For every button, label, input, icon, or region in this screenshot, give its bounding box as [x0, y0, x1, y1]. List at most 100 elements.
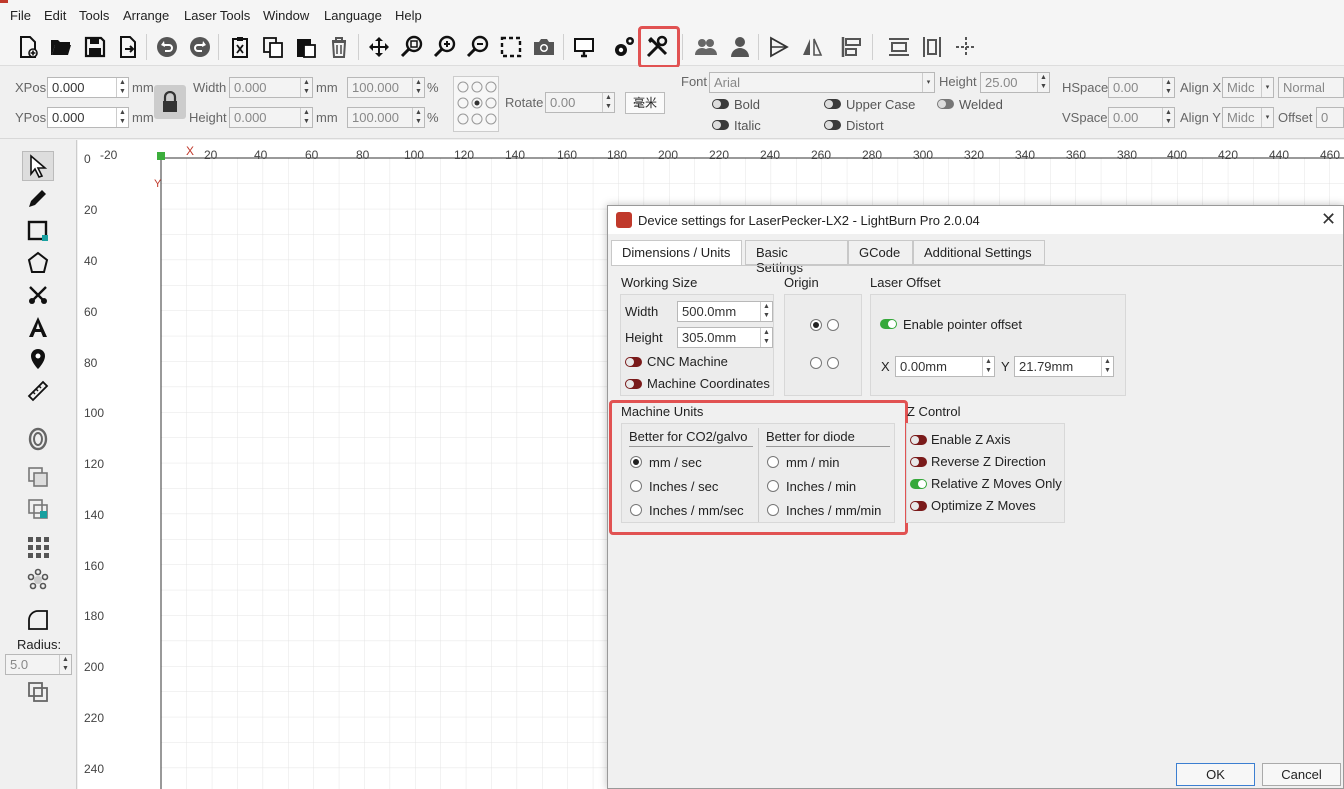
offset-y-input[interactable]: 21.79mm ▲ ▼ [1014, 356, 1114, 377]
vspace-input[interactable]: 0.00 ▲ ▼ [1108, 107, 1175, 128]
distribute-h-icon[interactable] [884, 32, 914, 62]
settings-gears-icon[interactable] [609, 32, 639, 62]
tab-basic-settings[interactable]: Basic Settings [745, 240, 848, 275]
align-x-label: Align X [1180, 80, 1222, 95]
corner-radius-icon[interactable] [22, 605, 54, 635]
group-icon[interactable] [691, 32, 721, 62]
distort-toggle[interactable] [824, 120, 841, 130]
new-file-icon[interactable] [13, 32, 43, 62]
zoom-in-icon[interactable] [430, 32, 460, 62]
ws-height-input[interactable]: 305.0mm ▲ ▼ [677, 327, 773, 348]
flip-h-icon[interactable] [764, 32, 794, 62]
width-pct-input[interactable]: 100.000 ▲ ▼ [347, 77, 425, 98]
text-mode-select[interactable]: Normal [1278, 77, 1344, 98]
radius-input[interactable]: 5.0 ▲ ▼ [5, 654, 72, 675]
menu-laser-tools[interactable]: Laser Tools [184, 8, 250, 23]
text-tool-icon[interactable] [22, 312, 54, 342]
export-icon[interactable] [113, 32, 143, 62]
monitor-icon[interactable] [569, 32, 599, 62]
menu-window[interactable]: Window [263, 8, 309, 23]
welded-toggle[interactable] [937, 99, 954, 109]
lock-ratio-icon[interactable] [154, 85, 186, 119]
cnc-machine-toggle[interactable] [625, 357, 642, 367]
boolean-union-icon[interactable] [22, 462, 54, 492]
camera-icon[interactable] [529, 32, 559, 62]
ruler-y-label: 100 [84, 406, 105, 420]
redo-icon[interactable] [185, 32, 215, 62]
undo-icon[interactable] [152, 32, 182, 62]
mirror-icon[interactable] [797, 32, 827, 62]
center-crosshair-icon[interactable] [951, 32, 981, 62]
menu-language[interactable]: Language [324, 8, 382, 23]
enable-z-axis-toggle[interactable] [910, 435, 927, 445]
ypos-input[interactable]: 0.000 ▲ ▼ [47, 107, 129, 128]
height-input[interactable]: 0.000 ▲ ▼ [229, 107, 313, 128]
menu-tools[interactable]: Tools [79, 8, 109, 23]
polygon-icon[interactable] [22, 248, 54, 278]
rectangle-icon[interactable] [22, 216, 54, 246]
move-icon[interactable] [364, 32, 394, 62]
origin-top-right-radio[interactable] [827, 319, 839, 331]
ws-width-input[interactable]: 500.0mm ▲ ▼ [677, 301, 773, 322]
paste-icon[interactable] [291, 32, 321, 62]
origin-top-left-radio[interactable] [810, 319, 822, 331]
tab-gcode[interactable]: GCode [848, 240, 913, 265]
edit-nodes-icon[interactable] [22, 280, 54, 310]
ok-button[interactable]: OK [1176, 763, 1255, 786]
app-logo-fragment [0, 0, 8, 3]
ungroup-icon[interactable] [725, 32, 755, 62]
xpos-input[interactable]: 0.000 ▲ ▼ [47, 77, 129, 98]
tab-additional-settings[interactable]: Additional Settings [913, 240, 1045, 265]
select-frame-icon[interactable] [496, 32, 526, 62]
enable-pointer-offset-toggle[interactable] [880, 319, 897, 329]
zoom-fit-icon[interactable] [397, 32, 427, 62]
align-left-icon[interactable] [837, 32, 867, 62]
select-arrow-icon[interactable] [22, 151, 54, 181]
close-icon[interactable]: ✕ [1321, 209, 1336, 230]
boolean-subtract-icon[interactable] [22, 494, 54, 524]
menu-arrange[interactable]: Arrange [123, 8, 169, 23]
align-x-select[interactable]: Midc ▾ [1222, 77, 1274, 98]
machine-coordinates-toggle[interactable] [625, 379, 642, 389]
delete-icon[interactable] [324, 32, 354, 62]
upper-case-toggle[interactable] [824, 99, 841, 109]
width-input[interactable]: 0.000 ▲ ▼ [229, 77, 313, 98]
save-icon[interactable] [80, 32, 110, 62]
circular-array-icon[interactable] [22, 565, 54, 595]
bold-toggle[interactable] [712, 99, 729, 109]
open-folder-icon[interactable] [46, 32, 76, 62]
anchor-grid[interactable] [453, 76, 499, 132]
font-height-input[interactable]: 25.00 ▲ ▼ [980, 72, 1050, 93]
hspace-input[interactable]: 0.00 ▲ ▼ [1108, 77, 1175, 98]
menu-edit[interactable]: Edit [44, 8, 66, 23]
offset-x-input[interactable]: 0.00mm ▲ ▼ [895, 356, 995, 377]
zoom-out-icon[interactable] [463, 32, 493, 62]
grid-array-icon[interactable] [22, 532, 54, 562]
rotate-input[interactable]: 0.00 ▲ ▼ [545, 92, 615, 113]
font-select[interactable]: Arial ▾ [709, 72, 935, 93]
hspace-value: 0.00 [1113, 80, 1139, 95]
offset-input[interactable]: 0 [1316, 107, 1344, 128]
copy-icon[interactable] [258, 32, 288, 62]
tab-dimensions-units[interactable]: Dimensions / Units [611, 240, 742, 266]
height-pct-input[interactable]: 100.000 ▲ ▼ [347, 107, 425, 128]
position-marker-icon[interactable] [22, 344, 54, 374]
offset-shape-icon[interactable] [22, 424, 54, 454]
menu-help[interactable]: Help [395, 8, 422, 23]
relative-z-toggle[interactable] [910, 479, 927, 489]
weld-icon[interactable] [22, 677, 54, 707]
menu-file[interactable]: File [10, 8, 31, 23]
reverse-z-label: Reverse Z Direction [931, 454, 1046, 469]
measure-ruler-icon[interactable] [22, 376, 54, 406]
cut-icon[interactable] [225, 32, 255, 62]
italic-toggle[interactable] [712, 120, 729, 130]
origin-bottom-right-radio[interactable] [827, 357, 839, 369]
cancel-button[interactable]: Cancel [1262, 763, 1341, 786]
align-y-select[interactable]: Midc ▾ [1222, 107, 1274, 128]
units-toggle-button[interactable]: 毫米 [625, 92, 665, 114]
pencil-icon[interactable] [22, 183, 54, 213]
origin-bottom-left-radio[interactable] [810, 357, 822, 369]
reverse-z-toggle[interactable] [910, 457, 927, 467]
distribute-v-icon[interactable] [917, 32, 947, 62]
optimize-z-toggle[interactable] [910, 501, 927, 511]
